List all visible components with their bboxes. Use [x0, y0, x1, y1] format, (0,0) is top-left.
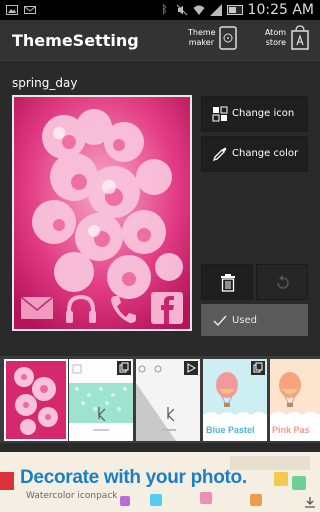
grid-icon — [212, 106, 228, 122]
mail-icon — [24, 6, 36, 14]
page-title: ThemeSetting — [12, 31, 139, 50]
download-icon[interactable] — [304, 496, 316, 508]
mute-icon — [176, 4, 187, 16]
theme-thumbnail-pink-pastel[interactable]: Pink Pas — [270, 359, 320, 441]
email-icon — [20, 296, 54, 319]
thumbnail-image: Pink Pas — [270, 359, 320, 441]
phone-icon — [111, 296, 136, 323]
theme-thumbnail-3[interactable] — [136, 359, 200, 441]
eyedropper-icon — [212, 147, 227, 162]
clock: 10:25 AM — [247, 2, 314, 18]
theme-preview — [12, 95, 192, 331]
copy-badge-icon — [117, 361, 131, 375]
change-color-button[interactable]: Change color — [201, 136, 308, 172]
atom-store-label: Atom store — [264, 28, 286, 47]
undo-icon — [277, 275, 289, 289]
theme-name: spring_day — [12, 76, 78, 90]
theme-thumbnail-blue-pastel[interactable]: Blue Pastel — [203, 359, 267, 441]
facebook-icon — [151, 292, 183, 324]
status-bar: ᛒ 10:25 AM — [0, 0, 320, 20]
change-icon-button[interactable]: Change icon — [201, 96, 308, 132]
theme-thumbnail-strip: Blue Pastel Pink Pas — [0, 356, 320, 443]
bluetooth-icon: ᛒ — [161, 3, 168, 16]
delete-button[interactable] — [201, 264, 253, 300]
ad-subtitle: Watercolor iconpack — [26, 491, 118, 501]
copy-badge-icon — [251, 361, 265, 375]
theme-maker-label: Theme maker — [188, 28, 216, 47]
theme-maker-icon — [219, 26, 237, 50]
ad-title: Decorate with your photo. — [20, 467, 247, 488]
thumbnail-label-blue-pastel: Blue Pastel — [206, 425, 255, 435]
theme-thumbnail-2[interactable] — [69, 359, 133, 441]
thumbnail-image — [6, 361, 66, 439]
used-label: Used — [232, 315, 258, 326]
battery-icon — [226, 5, 243, 15]
theme-maker-button[interactable]: Theme maker — [188, 25, 238, 51]
atom-store-button[interactable]: Atom store — [262, 25, 310, 51]
wifi-icon — [193, 5, 205, 15]
picture-icon — [6, 5, 18, 15]
checkmark-icon — [213, 315, 227, 327]
ad-app-icon — [0, 472, 14, 490]
signal-icon — [209, 4, 222, 16]
headphones-icon — [66, 294, 96, 323]
action-bar: ThemeSetting Theme maker Atom store — [0, 20, 320, 63]
change-icon-label: Change icon — [232, 108, 295, 119]
theme-thumbnail-spring-day[interactable] — [4, 359, 68, 441]
thumbnail-label-pink-pastel: Pink Pas — [272, 425, 310, 435]
ad-banner[interactable]: Decorate with your photo. Watercolor ico… — [0, 452, 320, 512]
play-badge-icon — [184, 361, 198, 375]
reset-button[interactable] — [256, 264, 308, 300]
change-color-label: Change color — [232, 148, 299, 159]
store-bag-icon — [291, 25, 309, 50]
trash-icon — [221, 274, 235, 292]
used-button[interactable]: Used — [201, 304, 308, 336]
